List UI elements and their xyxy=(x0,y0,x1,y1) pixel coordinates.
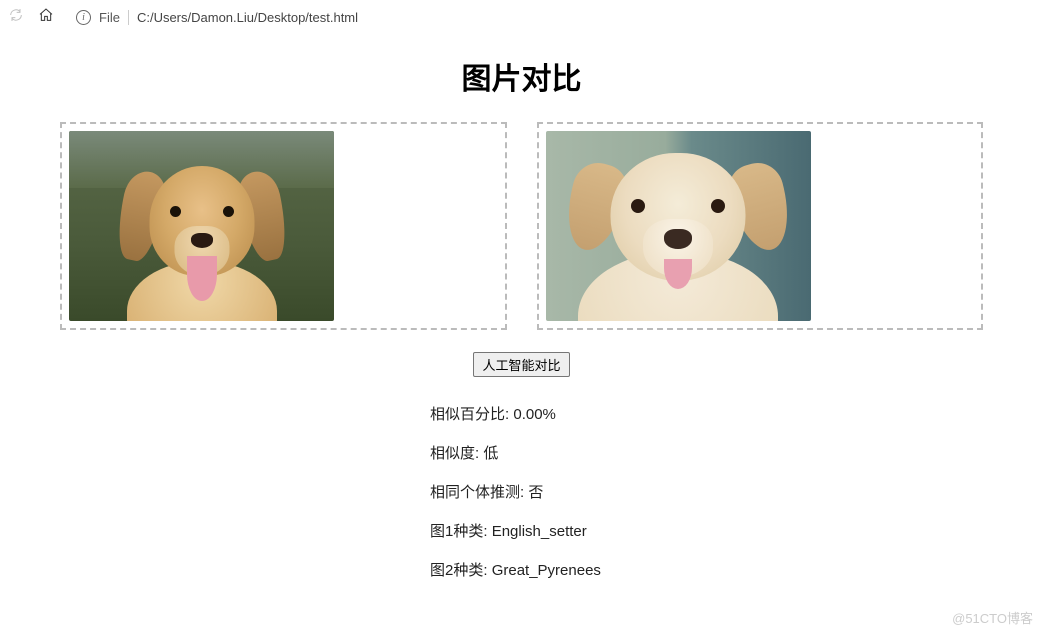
result-value: Great_Pyrenees xyxy=(492,562,601,579)
refresh-icon[interactable] xyxy=(8,7,24,28)
image-compare-row xyxy=(60,122,983,330)
image-dropzone-1[interactable] xyxy=(60,122,507,330)
ai-compare-button[interactable]: 人工智能对比 xyxy=(473,352,569,377)
address-bar[interactable]: i File C:/Users/Damon.Liu/Desktop/test.h… xyxy=(64,3,1035,31)
result-label: 相同个体推测 xyxy=(430,484,520,501)
result-label: 图1种类 xyxy=(430,523,483,540)
browser-toolbar: i File C:/Users/Damon.Liu/Desktop/test.h… xyxy=(0,0,1043,34)
image-1 xyxy=(69,131,334,321)
page-content: 图片对比 xyxy=(0,34,1043,580)
result-image1-class: 图1种类: English_setter xyxy=(430,520,983,541)
watermark: @51CTO博客 xyxy=(952,608,1033,627)
result-value: English_setter xyxy=(492,523,587,540)
result-image2-class: 图2种类: Great_Pyrenees xyxy=(430,559,983,580)
result-label: 图2种类 xyxy=(430,562,483,579)
image-dropzone-2[interactable] xyxy=(537,122,984,330)
image-2 xyxy=(546,131,811,321)
result-label: 相似度 xyxy=(430,445,475,462)
nav-controls xyxy=(8,7,54,28)
result-value: 否 xyxy=(528,484,543,501)
button-row: 人工智能对比 xyxy=(60,352,983,377)
home-icon[interactable] xyxy=(38,7,54,28)
results-list: 相似百分比: 0.00% 相似度: 低 相同个体推测: 否 图1种类: Engl… xyxy=(60,403,983,580)
result-value: 低 xyxy=(483,445,498,462)
url-text: C:/Users/Damon.Liu/Desktop/test.html xyxy=(137,10,358,25)
result-value: 0.00% xyxy=(513,406,556,423)
info-icon[interactable]: i xyxy=(76,10,91,25)
page-title: 图片对比 xyxy=(60,54,983,98)
result-similarity-level: 相似度: 低 xyxy=(430,442,983,463)
result-similarity-percent: 相似百分比: 0.00% xyxy=(430,403,983,424)
result-same-individual: 相同个体推测: 否 xyxy=(430,481,983,502)
result-label: 相似百分比 xyxy=(430,406,505,423)
url-scheme-label: File xyxy=(99,10,129,25)
